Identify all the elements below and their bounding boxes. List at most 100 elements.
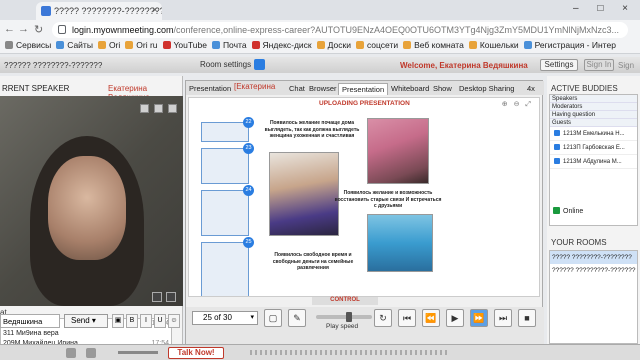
play-icon[interactable]: ▶ — [446, 309, 464, 327]
page-select[interactable]: 25 of 30 ▾ — [192, 311, 258, 325]
microphone-icon[interactable] — [66, 348, 76, 358]
page-select-value: 25 of 30 — [203, 313, 232, 322]
sign-up-link[interactable]: Sign — [618, 61, 634, 70]
bookmark-label: Ori ru — [136, 40, 158, 50]
audio-level-meter — [250, 350, 450, 355]
buddy-item[interactable]: 1213П Гарбовская Е... — [550, 141, 637, 155]
room-settings-icon[interactable] — [254, 59, 265, 70]
next-slide-icon[interactable]: ⏩ — [470, 309, 488, 327]
sign-in-button[interactable]: Sign In — [584, 59, 614, 71]
speaker-panel: RRENT SPEAKER Екатерина Ведяшкина at 3 ?… — [0, 76, 183, 360]
chat-italic-icon[interactable]: I — [140, 314, 152, 328]
bookmark-item[interactable]: Сайты — [56, 40, 93, 50]
slide-text-3: Появилось свободное время и свободные де… — [272, 252, 354, 271]
send-button[interactable]: Send ▾ — [64, 314, 108, 328]
rooms-list[interactable]: ????? ????????-?????????????? ?????????-… — [549, 250, 638, 344]
tab-close-icon[interactable]: × — [152, 5, 158, 16]
bookmark-item[interactable]: Доски — [316, 40, 351, 50]
right-panel: ACTIVE BUDDIES Speakers Moderators Having … — [547, 76, 640, 344]
bookmark-item[interactable]: YouTube — [162, 40, 207, 50]
forward-icon[interactable]: → — [18, 23, 29, 35]
bookmark-item[interactable]: Регистрация - Интер — [523, 40, 616, 50]
play-speed-knob[interactable] — [346, 312, 352, 322]
first-slide-icon[interactable]: ⏮ — [398, 309, 416, 327]
settings-button[interactable]: Settings — [540, 59, 578, 71]
your-rooms-header: YOUR ROOMS — [551, 238, 607, 247]
active-buddies-header: ACTIVE BUDDIES — [551, 84, 618, 93]
tab-chat[interactable]: Chat — [286, 83, 308, 94]
video-pause-icon[interactable] — [152, 292, 162, 302]
chat-bold-icon[interactable]: B — [126, 314, 138, 328]
slide-thumbnail[interactable]: 25 — [201, 237, 254, 296]
slide-thumbnail[interactable]: 22 — [201, 117, 254, 142]
chat-color-icon[interactable]: ▣ — [112, 314, 124, 328]
reload-icon[interactable]: ↻ — [34, 23, 43, 36]
tab-desktop-sharing[interactable]: Desktop Sharing — [456, 83, 517, 94]
speaker-icon[interactable] — [86, 348, 96, 358]
presentation-name: [Екатерина — [234, 82, 276, 91]
fit-page-icon[interactable]: ▢ — [264, 309, 282, 327]
online-status-icon — [553, 207, 560, 214]
slide-thumbnail[interactable]: 24 — [201, 185, 254, 236]
talk-now-button[interactable]: Talk Now! — [168, 347, 224, 359]
bookmark-item[interactable]: Яндекс-диск — [251, 40, 312, 50]
buddy-item[interactable]: 1213М Абдулина М... — [550, 155, 637, 169]
tab-4x[interactable]: 4x — [524, 83, 538, 94]
buddy-group[interactable]: Speakers — [550, 95, 637, 103]
tab-favicon-icon — [41, 6, 51, 16]
video-close-icon[interactable] — [168, 104, 177, 113]
bookmark-item[interactable]: Почта — [211, 40, 247, 50]
slide-photo-pool — [367, 214, 433, 272]
buddy-group[interactable]: Guests — [550, 119, 637, 127]
tab-presentation[interactable]: Presentation — [338, 83, 389, 95]
url-input[interactable]: login.myownmeeting.com/conference,online… — [52, 22, 628, 38]
pen-icon[interactable]: ✎ — [288, 309, 306, 327]
back-icon[interactable]: ← — [4, 23, 15, 35]
video-minimize-icon[interactable] — [140, 104, 149, 113]
bookmarks-bar: Сервисы Сайты Ori Ori ru YouTube Почта Яндекс-… — [0, 40, 640, 54]
slide-text-2: Появилось желание и возможность восстано… — [334, 190, 442, 209]
volume-slider[interactable] — [118, 351, 158, 354]
buddy-name: 1213М Емелькина Н... — [563, 131, 625, 137]
room-item[interactable]: ????? ????????-???????? — [550, 251, 637, 264]
chat-underline-icon[interactable]: U — [154, 314, 166, 328]
window-controls[interactable]: – □ × — [573, 3, 636, 14]
chat-input[interactable]: Ведяшкина — [0, 314, 60, 328]
bookmark-item[interactable]: Сервисы — [5, 40, 51, 50]
repeat-icon[interactable]: ↻ — [374, 309, 392, 327]
tab-presentation-main[interactable]: Presentation — [186, 83, 234, 94]
bookmark-item[interactable]: Ori ru — [125, 40, 158, 50]
bookmark-label: Сервисы — [16, 40, 52, 50]
online-status[interactable]: Online — [549, 206, 638, 218]
browser-tab[interactable]: ????? ????????-????????? × — [36, 2, 162, 20]
bookmark-folder-icon — [523, 41, 532, 49]
bookmark-label: соцсети — [366, 40, 399, 50]
buddy-group[interactable]: Having question — [550, 111, 637, 119]
chat-emoji-icon[interactable]: ☺ — [168, 314, 180, 328]
video-restore-icon[interactable] — [154, 104, 163, 113]
last-slide-icon[interactable]: ⏭ — [494, 309, 512, 327]
tab-show[interactable]: Show — [430, 83, 455, 94]
room-settings-link[interactable]: Room settings — [200, 60, 251, 69]
zoom-controls[interactable]: ⊕ ⊖ ⤢ — [502, 100, 533, 109]
play-speed-slider[interactable] — [316, 312, 372, 322]
room-item[interactable]: ?????? ?????????-??????? 300 — [550, 264, 637, 277]
stop-icon[interactable]: ■ — [518, 309, 536, 327]
tab-title: ????? ????????-????????? — [54, 6, 162, 16]
buddy-item[interactable]: 1213М Емелькина Н... — [550, 127, 637, 141]
speaker-video — [0, 96, 183, 306]
bookmark-label: Ori — [108, 40, 121, 50]
bookmark-item[interactable]: Кошельки — [468, 40, 519, 50]
bookmark-item[interactable]: Веб комната — [403, 40, 464, 50]
video-fullscreen-icon[interactable] — [166, 292, 176, 302]
previous-slide-icon[interactable]: ⏪ — [422, 309, 440, 327]
buddy-name: 1213М Абдулина М... — [563, 159, 622, 165]
slide-text-1: Появилось желание почаще дома выглядеть,… — [264, 120, 360, 139]
slide-thumbnails: 22 23 24 25 — [201, 117, 254, 296]
slide-thumbnail[interactable]: 23 — [201, 143, 254, 184]
bookmark-item[interactable]: Ori — [97, 40, 121, 50]
tab-browser[interactable]: Browser — [306, 83, 340, 94]
tab-whiteboard[interactable]: Whiteboard — [388, 83, 432, 94]
bookmark-item[interactable]: соцсети — [355, 40, 399, 50]
buddy-group[interactable]: Moderators — [550, 103, 637, 111]
